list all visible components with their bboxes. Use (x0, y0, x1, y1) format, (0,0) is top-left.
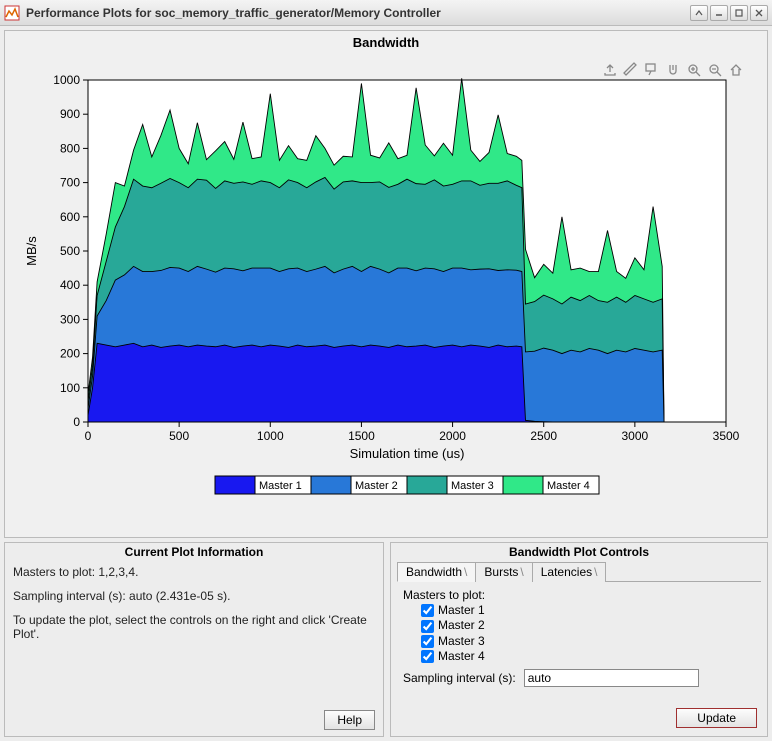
datatip-icon[interactable] (643, 61, 661, 79)
chart-title: Bandwidth (5, 31, 767, 50)
svg-text:1000: 1000 (257, 429, 284, 443)
info-line-masters: Masters to plot: 1,2,3,4. (13, 565, 375, 579)
svg-text:300: 300 (60, 312, 80, 326)
info-panel: Current Plot Information Masters to plot… (4, 542, 384, 737)
sampling-input[interactable] (524, 669, 699, 687)
svg-text:Master 4: Master 4 (547, 480, 590, 492)
svg-text:3500: 3500 (713, 429, 740, 443)
svg-text:0: 0 (73, 415, 80, 429)
svg-text:400: 400 (60, 278, 80, 292)
minimize-button[interactable] (710, 5, 728, 21)
master-checkbox-2[interactable]: Master 2 (421, 618, 755, 632)
window-title: Performance Plots for soc_memory_traffic… (26, 6, 690, 20)
zoomout-icon[interactable] (706, 61, 724, 79)
master-checkbox-3[interactable]: Master 3 (421, 634, 755, 648)
tab-latencies[interactable]: Latencies\ (532, 562, 607, 582)
svg-text:900: 900 (60, 107, 80, 121)
info-line-instruction: To update the plot, select the controls … (13, 613, 375, 641)
help-button[interactable]: Help (324, 710, 375, 730)
svg-text:100: 100 (60, 381, 80, 395)
plot-panel: Bandwidth 0 500 1000 1500 2000 2500 3000 3500 0 1… (4, 30, 768, 538)
svg-text:2500: 2500 (530, 429, 557, 443)
controls-panel: Bandwidth Plot Controls Bandwidth\Bursts… (390, 542, 768, 737)
tab-row: Bandwidth\Bursts\Latencies\ (397, 561, 761, 582)
svg-text:3000: 3000 (622, 429, 649, 443)
svg-text:600: 600 (60, 210, 80, 224)
svg-text:MB/s: MB/s (24, 236, 39, 266)
sampling-label: Sampling interval (s): (403, 671, 516, 685)
svg-text:Master 3: Master 3 (451, 480, 494, 492)
svg-text:200: 200 (60, 347, 80, 361)
content: Bandwidth 0 500 1000 1500 2000 2500 3000 3500 0 1… (0, 26, 772, 741)
svg-text:Master 2: Master 2 (355, 480, 398, 492)
bandwidth-chart: 0 500 1000 1500 2000 2500 3000 3500 0 100 200 300 40… (16, 50, 756, 510)
tab-bursts[interactable]: Bursts\ (475, 562, 532, 582)
app-icon (4, 5, 20, 21)
svg-text:1000: 1000 (53, 73, 80, 87)
rollup-button[interactable] (690, 5, 708, 21)
svg-text:500: 500 (60, 244, 80, 258)
svg-text:0: 0 (85, 429, 92, 443)
svg-text:Master 1: Master 1 (259, 480, 302, 492)
svg-text:500: 500 (169, 429, 189, 443)
controls-body: Masters to plot: Master 1Master 2 Master … (391, 582, 767, 693)
export-icon[interactable] (601, 61, 619, 79)
info-line-sampling: Sampling interval (s): auto (2.431e-05 s… (13, 589, 375, 603)
brush-icon[interactable] (622, 61, 640, 79)
master-checkbox-1[interactable]: Master 1 (421, 603, 755, 617)
titlebar: Performance Plots for soc_memory_traffic… (0, 0, 772, 26)
svg-text:Simulation time (us): Simulation time (us) (350, 446, 465, 461)
maximize-button[interactable] (730, 5, 748, 21)
masters-label: Masters to plot: (403, 588, 755, 602)
chart-toolbar (601, 61, 745, 79)
home-icon[interactable] (727, 61, 745, 79)
close-button[interactable] (750, 5, 768, 21)
bottom-row: Current Plot Information Masters to plot… (4, 542, 768, 737)
update-button[interactable]: Update (676, 708, 757, 728)
controls-header: Bandwidth Plot Controls (391, 543, 767, 561)
info-header: Current Plot Information (5, 543, 383, 561)
pan-icon[interactable] (664, 61, 682, 79)
master-checkbox-4[interactable]: Master 4 (421, 649, 755, 663)
tab-bandwidth[interactable]: Bandwidth\ (397, 562, 476, 582)
svg-text:1500: 1500 (348, 429, 375, 443)
main-window: Performance Plots for soc_memory_traffic… (0, 0, 772, 741)
window-buttons (690, 5, 768, 21)
svg-text:700: 700 (60, 176, 80, 190)
svg-text:800: 800 (60, 141, 80, 155)
zoomin-icon[interactable] (685, 61, 703, 79)
svg-text:2000: 2000 (439, 429, 466, 443)
info-body: Masters to plot: 1,2,3,4. Sampling inter… (5, 561, 383, 655)
